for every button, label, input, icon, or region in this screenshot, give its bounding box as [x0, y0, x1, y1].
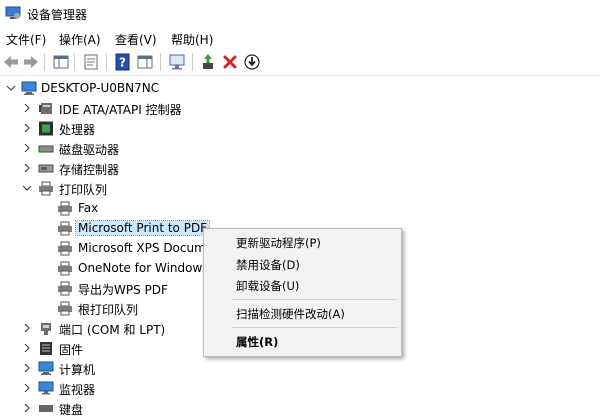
tree-root[interactable]: DESKTOP-U0BN7NC — [0, 79, 600, 98]
tree-item-label: 根打印队列 — [78, 303, 139, 317]
tree-item-label: 打印队列 — [59, 183, 108, 197]
menu-item-properties[interactable]: 属性(R) — [236, 334, 278, 350]
menu-view[interactable]: 查看(V) — [115, 31, 157, 48]
update-driver-icon[interactable] — [199, 53, 217, 71]
forward-arrow-icon[interactable] — [22, 53, 40, 71]
chevron-right-icon[interactable] — [21, 362, 33, 374]
enable-device-icon[interactable] — [243, 53, 261, 71]
port-icon — [41, 323, 51, 335]
tree-item-storage-controller[interactable]: 存储控制器 — [0, 159, 600, 178]
printer-icon — [58, 301, 72, 316]
chevron-right-icon[interactable] — [21, 322, 33, 334]
tree-item-label: IDE ATA/ATAPI 控制器 — [59, 103, 182, 117]
tree-item-label: 监视器 — [59, 383, 96, 397]
chevron-right-icon[interactable] — [21, 122, 33, 134]
tree-item-label: 固件 — [59, 343, 84, 357]
chevron-down-icon[interactable] — [5, 82, 17, 94]
chevron-right-icon[interactable] — [21, 142, 33, 154]
tree-item-processor[interactable]: 处理器 — [0, 119, 600, 138]
menu-item-update-driver[interactable]: 更新驱动程序(P) — [236, 235, 321, 251]
tree-item-label: 计算机 — [59, 363, 96, 377]
menu-action[interactable]: 操作(A) — [59, 31, 101, 48]
menu-item-disable-device[interactable]: 禁用设备(D) — [236, 257, 300, 273]
window-title: 设备管理器 — [27, 8, 88, 22]
tree-item-label: Fax — [78, 201, 99, 215]
tree-root-label: DESKTOP-U0BN7NC — [41, 81, 160, 95]
tree-item-label: 导出为WPS PDF — [78, 283, 168, 297]
device-manager-icon — [5, 6, 21, 19]
printer-icon — [39, 181, 53, 196]
printer-icon — [58, 221, 72, 236]
tree-item-label: 端口 (COM 和 LPT) — [59, 323, 166, 337]
tree-item-print-queues[interactable]: 打印队列 — [0, 179, 600, 198]
firmware-icon — [40, 342, 52, 355]
tree-item-monitor[interactable]: 监视器 — [0, 379, 600, 398]
tree-item-ide[interactable]: IDE ATA/ATAPI 控制器 — [0, 99, 600, 118]
scan-hardware-icon[interactable] — [168, 53, 186, 71]
tree-item-computer[interactable]: 计算机 — [0, 359, 600, 378]
menu-item-uninstall-device[interactable]: 卸载设备(U) — [236, 278, 299, 294]
svg-text:?: ? — [119, 56, 126, 70]
properties-page-icon[interactable] — [82, 53, 100, 71]
menu-separator — [232, 327, 397, 328]
chevron-right-icon[interactable] — [21, 342, 33, 354]
tree-item-disk-drive[interactable]: 磁盘驱动器 — [0, 139, 600, 158]
tree-item-label: Microsoft Print to PDF — [74, 220, 211, 236]
chevron-right-icon[interactable] — [21, 402, 33, 414]
menu-help[interactable]: 帮助(H) — [171, 31, 213, 48]
back-arrow-icon[interactable] — [2, 53, 20, 71]
action-pane-icon[interactable] — [136, 53, 154, 71]
chevron-right-icon[interactable] — [21, 382, 33, 394]
chevron-down-icon[interactable] — [21, 182, 33, 194]
monitor-icon — [38, 381, 54, 395]
computer-icon — [21, 81, 37, 95]
keyboard-icon — [39, 405, 53, 412]
menu-separator — [232, 299, 397, 300]
chevron-right-icon[interactable] — [21, 162, 33, 174]
ide-controller-icon — [39, 103, 52, 114]
printer-icon — [58, 201, 72, 216]
tree-item-label: 处理器 — [59, 123, 96, 137]
disk-drive-icon — [38, 145, 54, 153]
title-bar: 设备管理器 — [0, 0, 600, 28]
tree-item-fax[interactable]: Fax — [0, 199, 600, 218]
computer-icon — [38, 361, 54, 375]
toolbar: ? — [0, 49, 600, 76]
tree-item-label: 磁盘驱动器 — [59, 143, 120, 157]
storage-controller-icon — [38, 164, 54, 173]
tree-item-label: 键盘 — [59, 403, 84, 417]
printer-icon — [58, 281, 72, 296]
printer-icon — [58, 261, 72, 276]
menu-bar: 文件(F) 操作(A) 查看(V) 帮助(H) — [0, 28, 600, 48]
processor-icon — [39, 121, 53, 136]
help-icon[interactable]: ? — [114, 53, 132, 71]
uninstall-device-icon[interactable] — [221, 53, 239, 71]
tree-item-keyboard[interactable]: 键盘 — [0, 399, 600, 418]
context-menu: 更新驱动程序(P) 禁用设备(D) 卸载设备(U) 扫描检测硬件改动(A) 属性… — [203, 228, 402, 357]
menu-item-scan-hardware[interactable]: 扫描检测硬件改动(A) — [236, 306, 345, 322]
menu-file[interactable]: 文件(F) — [6, 31, 46, 48]
show-hide-console-tree-icon[interactable] — [52, 53, 70, 71]
tree-item-label: 存储控制器 — [59, 163, 120, 177]
chevron-right-icon[interactable] — [21, 102, 33, 114]
printer-icon — [58, 241, 72, 256]
